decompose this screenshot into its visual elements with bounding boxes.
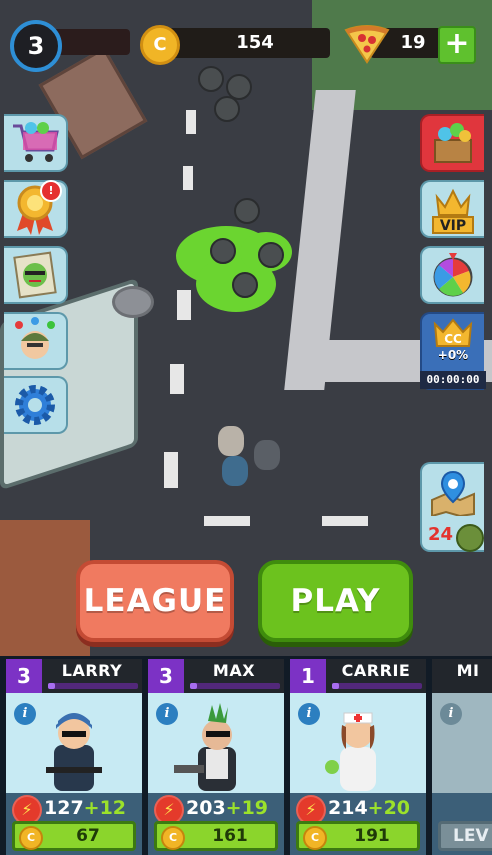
- zombie: [198, 66, 224, 92]
- crosswalk-line: [322, 516, 368, 526]
- achievements-button[interactable]: !: [4, 180, 68, 238]
- power-base: 127: [44, 797, 84, 819]
- add-pizza-button[interactable]: +: [438, 26, 476, 64]
- info-button[interactable]: i: [440, 703, 462, 725]
- player-level: 3: [10, 20, 62, 72]
- coin-icon: C: [140, 25, 180, 65]
- character-card-partial[interactable]: MI i LEV: [432, 659, 492, 855]
- power-base: 214: [328, 797, 368, 819]
- cc-label: CC: [444, 332, 462, 346]
- lane-marking: [164, 452, 178, 488]
- card-name: MAX: [212, 661, 256, 680]
- cc-bonus: +0%: [437, 348, 469, 362]
- coin-icon: C: [19, 826, 43, 850]
- map-pin-icon: [431, 470, 475, 516]
- crown-icon: VIP: [432, 188, 474, 234]
- lane-marking: [177, 290, 191, 320]
- prize-wheel-icon: [433, 253, 473, 297]
- vip-label: VIP: [440, 218, 466, 234]
- card-name: CARRIE: [341, 661, 411, 680]
- card-name: LARRY: [61, 661, 123, 680]
- card-level: 3: [148, 659, 184, 693]
- power-bonus: +20: [367, 797, 411, 819]
- power-value: 214+20: [328, 795, 410, 821]
- shop-cart-icon: [13, 122, 59, 162]
- pizza-icon: [344, 24, 390, 64]
- shop-button[interactable]: [4, 114, 68, 172]
- survivor-character: [222, 456, 248, 486]
- gift-box-icon: [434, 123, 472, 163]
- carrie-portrait-icon: [325, 712, 376, 791]
- settings-button[interactable]: [4, 376, 68, 434]
- zombie: [258, 242, 284, 268]
- zombie-head-icon: [456, 524, 484, 552]
- upgrade-cost: 67: [76, 826, 100, 846]
- chest-offer-button[interactable]: [420, 114, 484, 172]
- lane-marking: [183, 166, 193, 190]
- survivor-character: [254, 440, 280, 470]
- card-level: 1: [290, 659, 326, 693]
- vip-button[interactable]: VIP: [420, 180, 484, 238]
- card-xp-fill: [190, 683, 198, 689]
- zombie: [210, 238, 236, 264]
- zombie: [232, 272, 258, 298]
- pizza-count: 19: [400, 32, 426, 53]
- xp-bar: [56, 29, 130, 55]
- power-bonus: +19: [225, 797, 269, 819]
- manhole: [112, 286, 154, 318]
- card-level: 3: [6, 659, 42, 693]
- zombie-poster-icon: [13, 251, 57, 299]
- card-portrait: i: [432, 693, 492, 793]
- play-button[interactable]: PLAY: [258, 560, 413, 642]
- cc-timer: 00:00:00: [420, 371, 486, 389]
- squad-button[interactable]: [4, 312, 68, 370]
- character-card-larry[interactable]: 3 LARRY i ⚡ 127+12 C 67: [6, 659, 142, 855]
- league-button[interactable]: LEAGUE: [76, 560, 234, 642]
- power-base: 203: [186, 797, 226, 819]
- card-xp-bar: [190, 683, 280, 689]
- card-xp-bar: [332, 683, 422, 689]
- coin-count: 154: [236, 32, 274, 53]
- map-zombie-count: 24: [428, 524, 454, 545]
- power-value: 203+19: [186, 795, 268, 821]
- upgrade-button[interactable]: LEV: [438, 821, 492, 851]
- zombie: [214, 96, 240, 122]
- card-xp-fill: [48, 683, 56, 689]
- power-bonus: +12: [83, 797, 127, 819]
- max-portrait-icon: [174, 703, 236, 791]
- card-xp-fill: [332, 683, 340, 689]
- gear-icon: [15, 385, 55, 425]
- lane-marking: [186, 110, 196, 134]
- soldier-icon: [15, 317, 55, 359]
- upgrade-label: LEV: [453, 826, 489, 846]
- cc-crown-icon: CC: [433, 318, 473, 347]
- character-card-carrie[interactable]: 1 CARRIE i ⚡ 214+20 C 191: [290, 659, 426, 855]
- zombie: [234, 198, 260, 224]
- card-xp-bar: [48, 683, 138, 689]
- card-portrait: i: [290, 693, 426, 793]
- notification-badge: !: [40, 180, 62, 202]
- upgrade-button[interactable]: C 161: [154, 821, 278, 851]
- missions-button[interactable]: [4, 246, 68, 304]
- crosswalk-line: [204, 516, 250, 526]
- larry-portrait-icon: [46, 713, 102, 791]
- card-name: MI: [456, 661, 480, 680]
- card-portrait: i: [148, 693, 284, 793]
- upgrade-button[interactable]: C 67: [12, 821, 136, 851]
- coin-icon: C: [161, 826, 185, 850]
- survivor-character: [218, 426, 244, 456]
- upgrade-button[interactable]: C 191: [296, 821, 420, 851]
- spin-wheel-button[interactable]: [420, 246, 484, 304]
- card-portrait: i: [6, 693, 142, 793]
- upgrade-cost: 191: [354, 826, 390, 846]
- power-value: 127+12: [44, 795, 126, 821]
- upgrade-cost: 161: [212, 826, 248, 846]
- lane-marking: [170, 364, 184, 394]
- character-card-max[interactable]: 3 MAX i ⚡ 203+19 C 161: [148, 659, 284, 855]
- coin-icon: C: [303, 826, 327, 850]
